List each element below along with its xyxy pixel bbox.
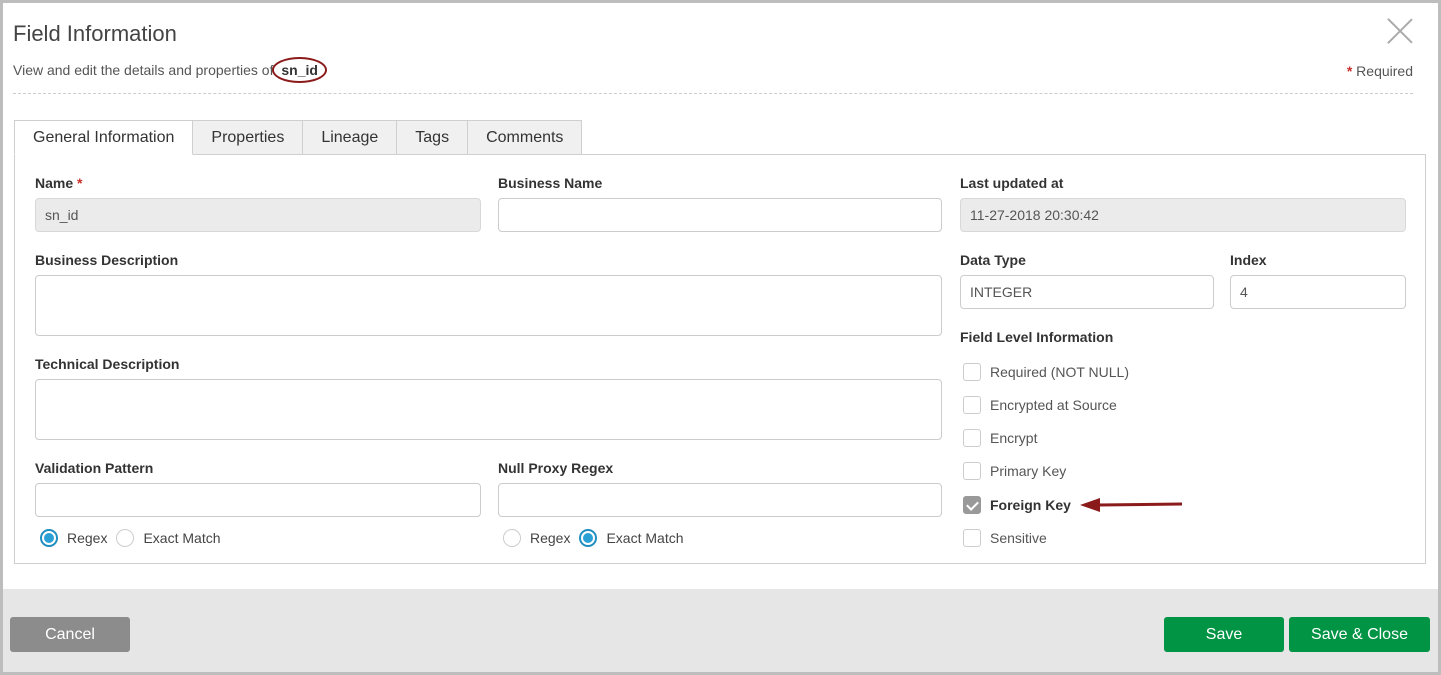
name-label: Name *	[35, 175, 82, 191]
name-label-text: Name	[35, 175, 74, 191]
validation-pattern-mode: Regex Exact Match	[40, 528, 230, 548]
checkbox-label: Encrypted at Source	[990, 397, 1117, 413]
checkbox-label: Sensitive	[990, 530, 1047, 546]
checkbox-box[interactable]	[963, 429, 981, 447]
field-name-highlight: sn_id	[272, 57, 327, 83]
validation-pattern-input[interactable]	[35, 483, 481, 517]
name-input[interactable]: sn_id	[35, 198, 481, 232]
checkbox-box[interactable]	[963, 396, 981, 414]
index-input[interactable]: 4	[1230, 275, 1406, 309]
tab-bar: General Information Properties Lineage T…	[14, 120, 583, 155]
null-proxy-mode: Regex Exact Match	[503, 528, 693, 548]
checkbox-box[interactable]	[963, 363, 981, 381]
dialog-title: Field Information	[13, 21, 177, 46]
checkbox-encrypt[interactable]: Encrypt	[963, 428, 1037, 448]
validation-pattern-label: Validation Pattern	[35, 460, 154, 476]
checkmark-icon[interactable]	[963, 496, 981, 514]
tab-comments[interactable]: Comments	[468, 120, 583, 155]
validation-regex-radio[interactable]	[40, 529, 58, 547]
checkbox-box[interactable]	[963, 462, 981, 480]
cancel-button[interactable]: Cancel	[10, 617, 130, 652]
business-description-textarea[interactable]	[35, 275, 942, 336]
subtitle-text: View and edit the details and properties…	[13, 62, 274, 78]
validation-exact-match-label[interactable]: Exact Match	[143, 530, 220, 546]
checkbox-label: Required (NOT NULL)	[990, 364, 1130, 380]
checkbox-label: Primary Key	[990, 463, 1067, 479]
tab-general-information[interactable]: General Information	[14, 120, 194, 155]
null-proxy-exact-match-label[interactable]: Exact Match	[606, 530, 683, 546]
validation-regex-label[interactable]: Regex	[67, 530, 107, 546]
index-label: Index	[1230, 252, 1267, 268]
checkbox-primary-key[interactable]: Primary Key	[963, 461, 1066, 481]
null-proxy-regex-input[interactable]	[498, 483, 942, 517]
checkbox-encrypted-at-source[interactable]: Encrypted at Source	[963, 395, 1117, 415]
null-proxy-regex-label: Null Proxy Regex	[498, 460, 614, 476]
dialog-footer: Cancel Save Save & Close	[3, 589, 1438, 672]
annotation-arrow-icon	[1080, 498, 1183, 512]
validation-exact-match-radio[interactable]	[116, 529, 135, 547]
data-type-input[interactable]: INTEGER	[960, 275, 1214, 309]
business-name-label: Business Name	[498, 175, 603, 191]
save-button[interactable]: Save	[1164, 617, 1284, 652]
null-proxy-regex-option-label[interactable]: Regex	[530, 530, 570, 546]
dialog-subtitle: View and edit the details and properties…	[13, 57, 327, 83]
null-proxy-exact-match-radio[interactable]	[579, 529, 598, 547]
business-name-input[interactable]	[498, 198, 942, 232]
field-level-information-label: Field Level Information	[960, 329, 1114, 345]
data-type-label: Data Type	[960, 252, 1026, 268]
checkbox-box[interactable]	[963, 529, 981, 547]
technical-description-textarea[interactable]	[35, 379, 942, 440]
checkbox-label: Encrypt	[990, 430, 1038, 446]
last-updated-label: Last updated at	[960, 175, 1064, 191]
tab-properties[interactable]: Properties	[193, 120, 304, 155]
null-proxy-regex-radio[interactable]	[503, 529, 521, 547]
close-x-icon[interactable]	[1386, 17, 1414, 45]
general-information-panel: Name * sn_id Business Name Last updated …	[14, 154, 1426, 564]
header-divider	[13, 93, 1413, 94]
required-note: * Required	[1347, 63, 1413, 79]
checkbox-required-not-null[interactable]: Required (NOT NULL)	[963, 362, 1129, 382]
business-description-label: Business Description	[35, 252, 179, 268]
checkbox-label: Foreign Key	[990, 497, 1071, 513]
required-note-text: Required	[1356, 63, 1413, 79]
checkbox-sensitive[interactable]: Sensitive	[963, 528, 1047, 548]
technical-description-label: Technical Description	[35, 356, 180, 372]
checkbox-foreign-key[interactable]: Foreign Key	[963, 495, 1071, 515]
field-information-dialog: Field Information View and edit the deta…	[3, 3, 1438, 672]
required-star: *	[1346, 63, 1353, 79]
tab-lineage[interactable]: Lineage	[303, 120, 398, 155]
required-star: *	[77, 175, 83, 191]
tab-tags[interactable]: Tags	[397, 120, 469, 155]
save-and-close-button[interactable]: Save & Close	[1289, 617, 1430, 652]
last-updated-input[interactable]: 11-27-2018 20:30:42	[960, 198, 1406, 232]
